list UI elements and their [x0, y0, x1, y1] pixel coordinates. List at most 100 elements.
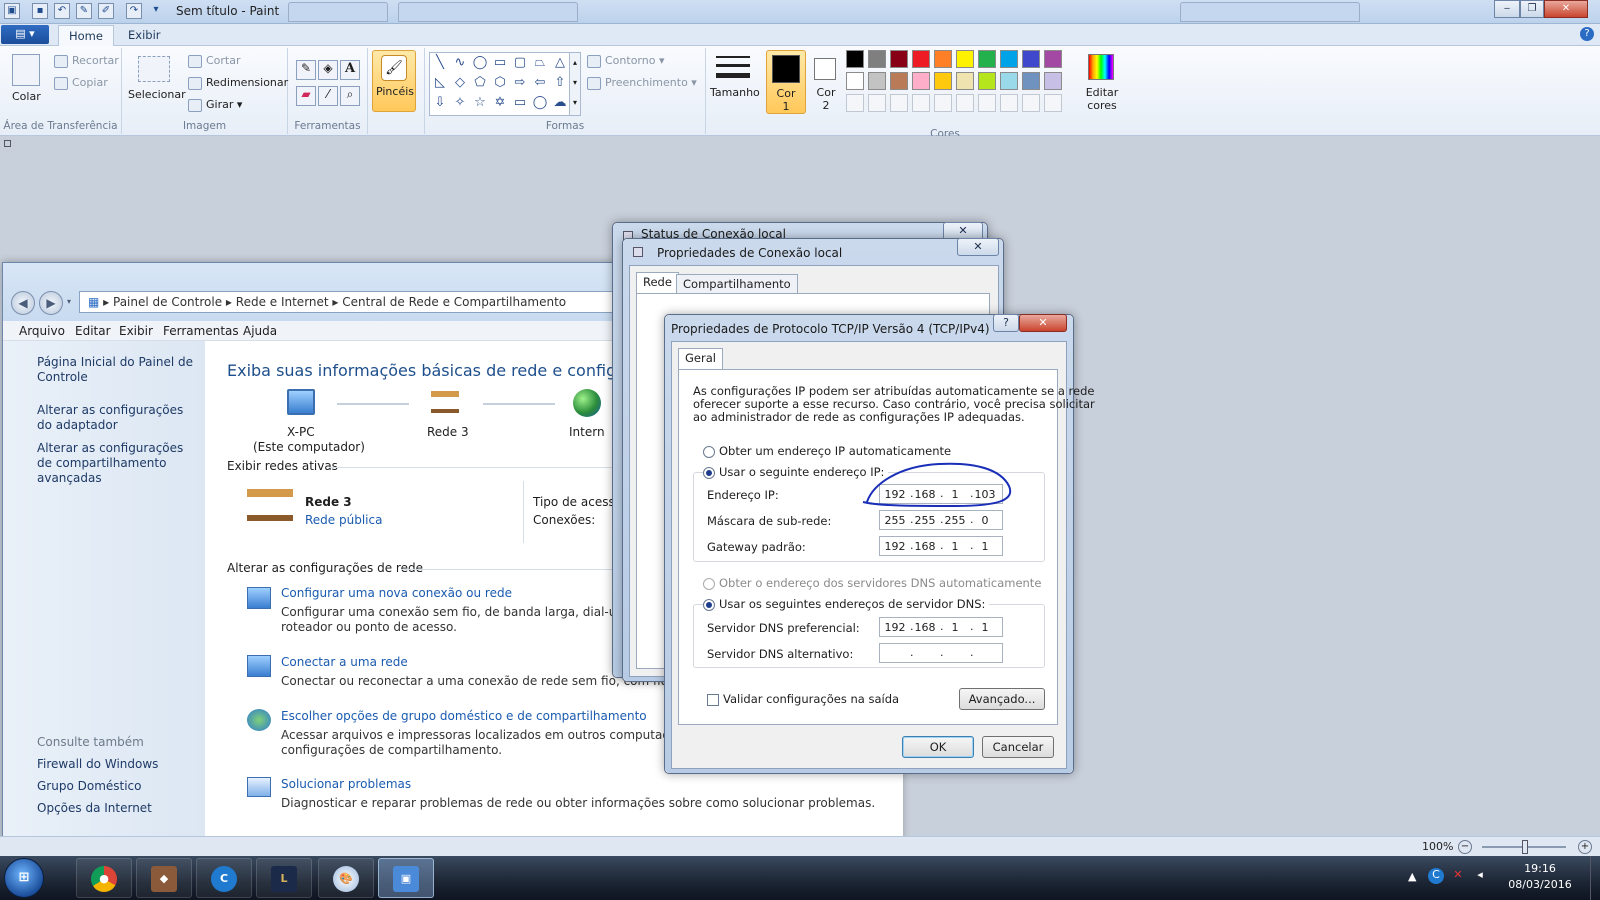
menu-help[interactable]: Ajuda: [243, 324, 277, 338]
color-swatch[interactable]: [912, 72, 930, 90]
shapes-gallery[interactable]: ╲ ∿ ◯ ▭ ▢ ⏢ △ ◺ ◇ ⬠ ⬡ ⇨ ⇦ ⇧ ⇩ ✧ ☆ ✡ ▭ ◯ …: [429, 52, 577, 116]
breadcrumb-network-internet[interactable]: Rede e Internet: [236, 295, 329, 309]
customize-dropdown-icon[interactable]: ▾: [148, 3, 164, 19]
tab-home[interactable]: Home: [58, 25, 114, 46]
down-arrow-shape-icon[interactable]: ⇩: [432, 95, 448, 111]
pentagon-shape-icon[interactable]: ⬠: [472, 75, 488, 91]
fill-bucket-icon[interactable]: ◈: [318, 60, 338, 80]
checkbox-icon[interactable]: [707, 693, 719, 706]
color-swatch[interactable]: [912, 50, 930, 68]
file-menu-button[interactable]: ▤ ▾: [1, 25, 49, 44]
radio-icon[interactable]: [703, 577, 715, 590]
network-type-link[interactable]: Rede pública: [305, 513, 382, 527]
sidebar-item-firewall[interactable]: Firewall do Windows: [37, 757, 197, 772]
history-dropdown-icon[interactable]: ▾: [67, 297, 71, 306]
custom-color-slot[interactable]: [868, 94, 886, 112]
tab-general[interactable]: Geral: [678, 348, 723, 370]
advanced-button[interactable]: Avançado...: [959, 688, 1045, 710]
eraser-icon[interactable]: ▰: [296, 86, 316, 106]
help-icon[interactable]: ?: [1580, 27, 1594, 41]
custom-color-slot[interactable]: [956, 94, 974, 112]
clock-date[interactable]: 08/03/2016: [1500, 878, 1580, 891]
taskbar-game-icon[interactable]: ◆: [136, 858, 192, 898]
address-bar[interactable]: ▦ ▸ Painel de Controle ▸ Rede e Internet…: [79, 291, 619, 313]
sidebar-item-internet-options[interactable]: Opções da Internet: [37, 801, 197, 816]
properties-close-icon[interactable]: ✕: [957, 238, 999, 256]
zoom-slider-thumb[interactable]: [1522, 840, 1528, 854]
color-swatch[interactable]: [1000, 72, 1018, 90]
undo-icon[interactable]: ↶: [54, 3, 70, 19]
menu-tools[interactable]: Ferramentas: [163, 324, 239, 338]
menu-file[interactable]: Arquivo: [19, 324, 65, 338]
back-icon[interactable]: ◀: [11, 291, 35, 315]
six-star-shape-icon[interactable]: ✡: [492, 95, 508, 111]
ok-button[interactable]: OK: [902, 736, 974, 758]
shapes-scroll[interactable]: ▴ ▾ ▾: [569, 52, 581, 116]
homegroup-options-link[interactable]: Escolher opções de grupo doméstico e de …: [281, 709, 647, 723]
paste-button[interactable]: Colar: [12, 90, 41, 103]
taskbar-network-icon[interactable]: ▣: [378, 858, 434, 898]
fill-button[interactable]: Preenchimento ▾: [587, 76, 697, 90]
size-button[interactable]: Tamanho: [710, 50, 760, 112]
connect-network-link[interactable]: Conectar a uma rede: [281, 655, 408, 669]
right-arrow-shape-icon[interactable]: ⇨: [512, 75, 528, 91]
color-swatch[interactable]: [1022, 50, 1040, 68]
copy-button[interactable]: Copiar: [54, 76, 108, 90]
sidebar-item-home[interactable]: Página Inicial do Painel de Controle: [37, 355, 197, 385]
radio-icon[interactable]: [703, 466, 715, 479]
color-swatch[interactable]: [890, 50, 908, 68]
crop-button[interactable]: Cortar: [188, 54, 241, 68]
color2-button[interactable]: Cor 2: [810, 50, 842, 114]
canvas-resize-handle[interactable]: [4, 140, 11, 147]
gateway-field[interactable]: 192. 168. 1. 1: [879, 536, 1003, 556]
radio-icon[interactable]: [703, 445, 715, 458]
callout-oval-shape-icon[interactable]: ◯: [532, 95, 548, 111]
sidebar-item-sharing[interactable]: Alterar as configurações de compartilham…: [37, 441, 197, 486]
tab-sharing[interactable]: Compartilhamento: [676, 274, 798, 294]
callout-rect-shape-icon[interactable]: ▭: [512, 95, 528, 111]
show-desktop-button[interactable]: [1590, 856, 1600, 900]
four-star-shape-icon[interactable]: ✧: [452, 95, 468, 111]
color-picker-icon[interactable]: ⁄: [318, 86, 338, 106]
validate-option[interactable]: Validar configurações na saída: [707, 692, 899, 706]
auto-dns-option[interactable]: Obter o endereço dos servidores DNS auto…: [703, 576, 1041, 590]
paint-app-icon[interactable]: ▣: [4, 3, 20, 19]
tray-network-error-icon[interactable]: ✕: [1450, 868, 1466, 881]
triangle-shape-icon[interactable]: △: [552, 55, 568, 71]
forward-icon[interactable]: ▶: [39, 291, 63, 315]
close-icon[interactable]: ✕: [1544, 0, 1588, 18]
color-swatch[interactable]: [868, 50, 886, 68]
subnet-mask-field[interactable]: 255. 255. 255. 0: [879, 510, 1003, 530]
hexagon-shape-icon[interactable]: ⬡: [492, 75, 508, 91]
color-swatch[interactable]: [1044, 50, 1062, 68]
close-icon[interactable]: ✕: [1019, 314, 1067, 332]
sidebar-item-homegroup[interactable]: Grupo Doméstico: [37, 779, 197, 794]
custom-color-slot[interactable]: [890, 94, 908, 112]
custom-color-slot[interactable]: [846, 94, 864, 112]
help-icon[interactable]: ?: [993, 314, 1019, 332]
custom-color-slot[interactable]: [978, 94, 996, 112]
breadcrumb-control-panel[interactable]: Painel de Controle: [113, 295, 222, 309]
alternate-dns-field[interactable]: ...: [879, 643, 1003, 663]
color-swatch[interactable]: [934, 72, 952, 90]
magnifier-icon[interactable]: ⌕: [340, 86, 360, 106]
tray-app-icon[interactable]: C: [1428, 868, 1444, 884]
oval-shape-icon[interactable]: ◯: [472, 55, 488, 71]
color-swatch[interactable]: [1022, 72, 1040, 90]
custom-color-slot[interactable]: [1000, 94, 1018, 112]
select-button[interactable]: Selecionar: [128, 88, 186, 101]
sidebar-item-adapter[interactable]: Alterar as configurações do adaptador: [37, 403, 197, 433]
text-tool-icon[interactable]: A: [340, 60, 360, 80]
color-swatch[interactable]: [868, 72, 886, 90]
color1-button[interactable]: Cor 1: [766, 50, 806, 114]
callout-cloud-shape-icon[interactable]: ☁: [552, 95, 568, 111]
redo-icon[interactable]: ↷: [126, 3, 142, 19]
up-arrow-shape-icon[interactable]: ⇧: [552, 75, 568, 91]
resize-button[interactable]: Redimensionar: [188, 76, 288, 90]
zoom-in-icon[interactable]: +: [1578, 840, 1592, 854]
custom-color-slot[interactable]: [1022, 94, 1040, 112]
outline-button[interactable]: Contorno ▾: [587, 54, 664, 68]
custom-color-slot[interactable]: [912, 94, 930, 112]
tab-view[interactable]: Exibir: [118, 25, 171, 46]
color-swatch[interactable]: [934, 50, 952, 68]
